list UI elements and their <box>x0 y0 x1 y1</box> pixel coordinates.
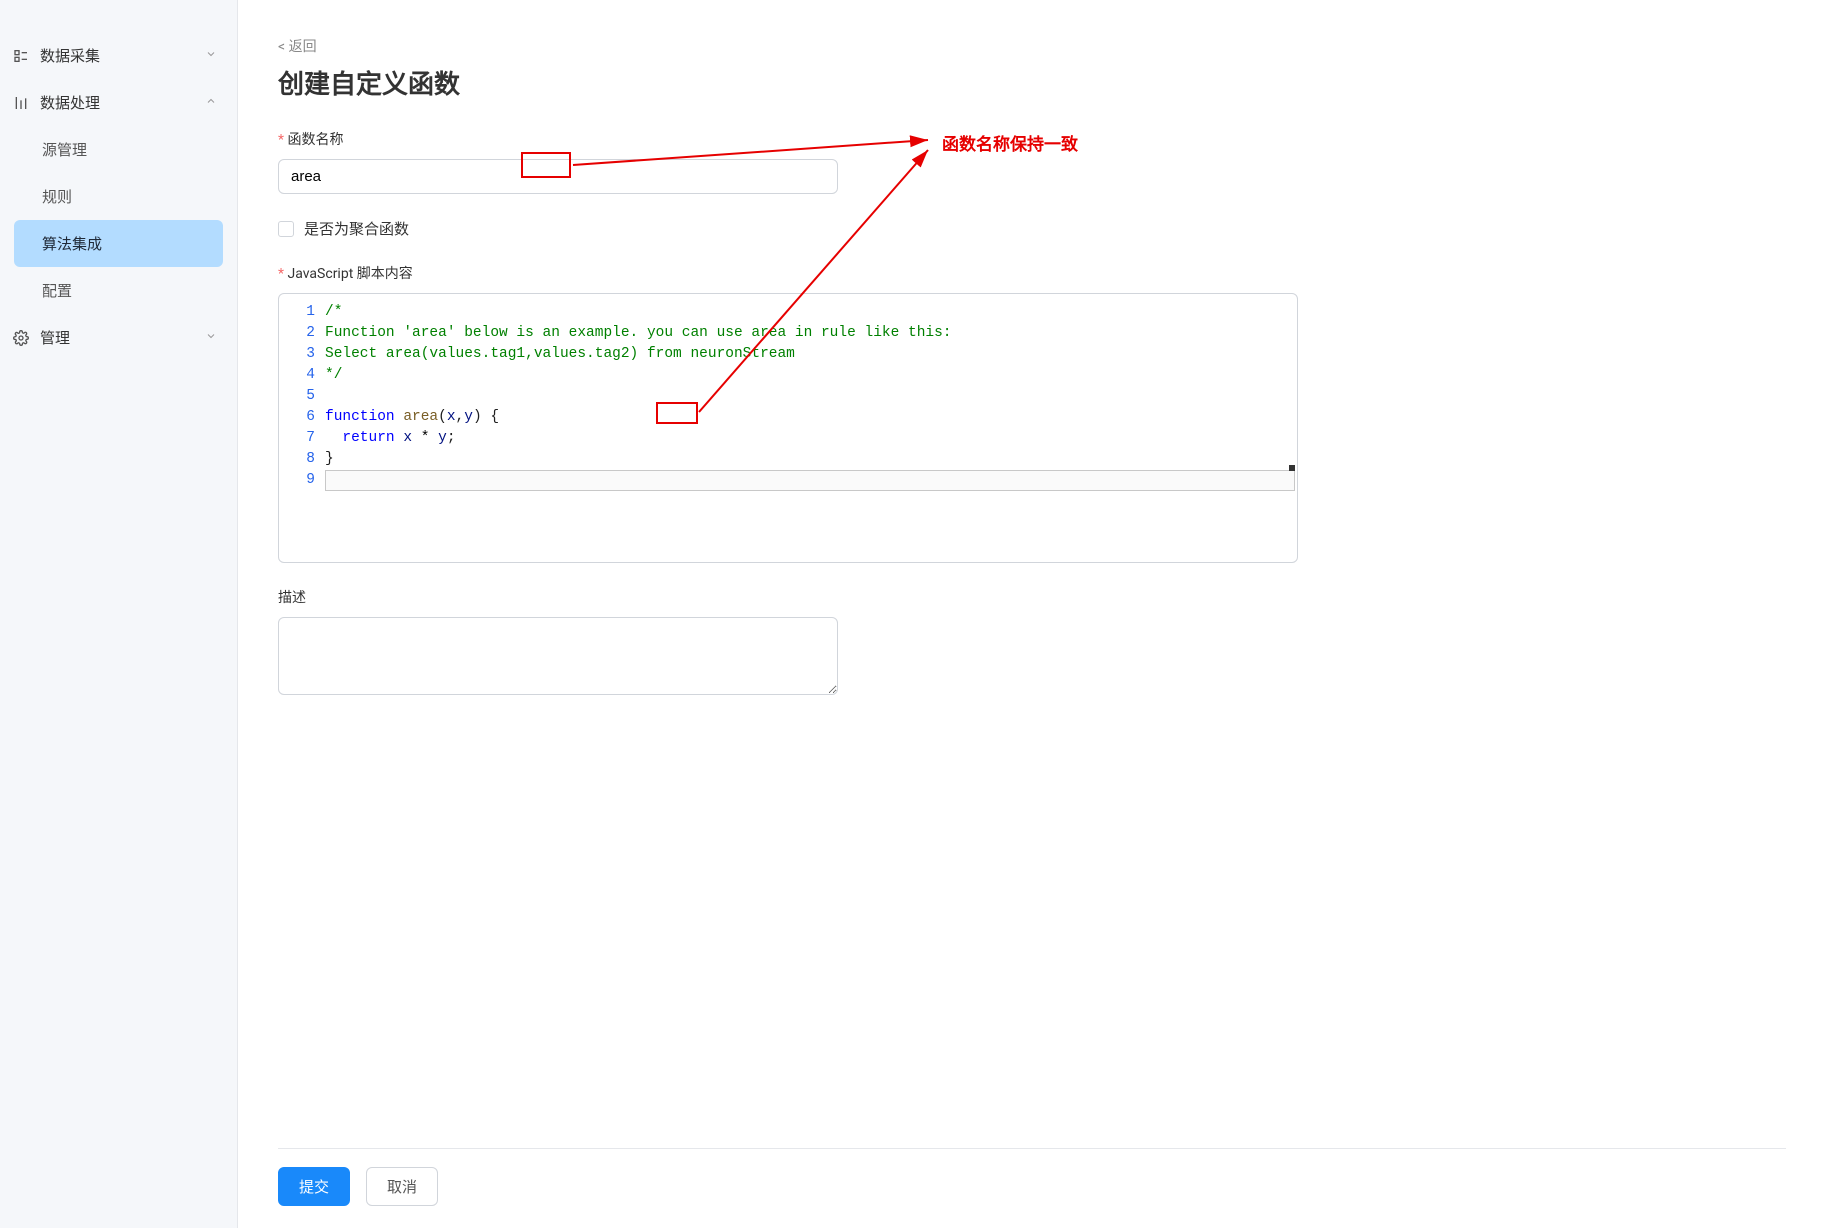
sidebar-item-algorithm[interactable]: 算法集成 <box>14 220 223 267</box>
main-content: < 返回 创建自定义函数 函数名称 是否为聚合函数 JavaScript 脚本内… <box>238 0 1826 1228</box>
chevron-down-icon <box>205 48 217 63</box>
sidebar-label: 管理 <box>40 327 70 348</box>
script-label: JavaScript 脚本内容 <box>278 263 1786 283</box>
editor-cursor-line <box>325 470 1295 491</box>
footer-bar: 提交 取消 <box>278 1148 1786 1228</box>
function-name-label: 函数名称 <box>278 129 1786 149</box>
page-title: 创建自定义函数 <box>278 64 1786 101</box>
code-editor[interactable]: 1 2 3 4 5 6 7 8 9 /* Function 'area' bel… <box>278 293 1298 563</box>
gear-icon <box>12 329 30 347</box>
sidebar-item-rules[interactable]: 规则 <box>0 173 237 220</box>
back-link[interactable]: < 返回 <box>278 36 1786 56</box>
chevron-down-icon <box>205 330 217 345</box>
chevron-up-icon <box>205 95 217 110</box>
submit-button[interactable]: 提交 <box>278 1167 350 1206</box>
sidebar-item-source-mgmt[interactable]: 源管理 <box>0 126 237 173</box>
sidebar: 数据采集 数据处理 源管理 规则 算法集成 配置 <box>0 0 238 1228</box>
line-number-gutter: 1 2 3 4 5 6 7 8 9 <box>279 294 325 562</box>
description-textarea[interactable] <box>278 617 838 695</box>
sidebar-item-config[interactable]: 配置 <box>0 267 237 314</box>
data-collect-icon <box>12 47 30 65</box>
editor-cursor-mark <box>1289 465 1295 471</box>
code-body[interactable]: /* Function 'area' below is an example. … <box>325 294 1297 562</box>
sidebar-item-data-process[interactable]: 数据处理 <box>0 79 237 126</box>
sidebar-label: 数据采集 <box>40 45 100 66</box>
sidebar-item-manage[interactable]: 管理 <box>0 314 237 361</box>
aggregate-checkbox[interactable] <box>278 221 294 237</box>
cancel-button[interactable]: 取消 <box>366 1167 438 1206</box>
description-label: 描述 <box>278 587 1786 607</box>
sidebar-submenu: 源管理 规则 算法集成 配置 <box>0 126 237 314</box>
data-process-icon <box>12 94 30 112</box>
aggregate-label: 是否为聚合函数 <box>304 218 409 239</box>
sidebar-label: 数据处理 <box>40 92 100 113</box>
sidebar-item-data-collect[interactable]: 数据采集 <box>0 32 237 79</box>
function-name-input[interactable] <box>278 159 838 194</box>
